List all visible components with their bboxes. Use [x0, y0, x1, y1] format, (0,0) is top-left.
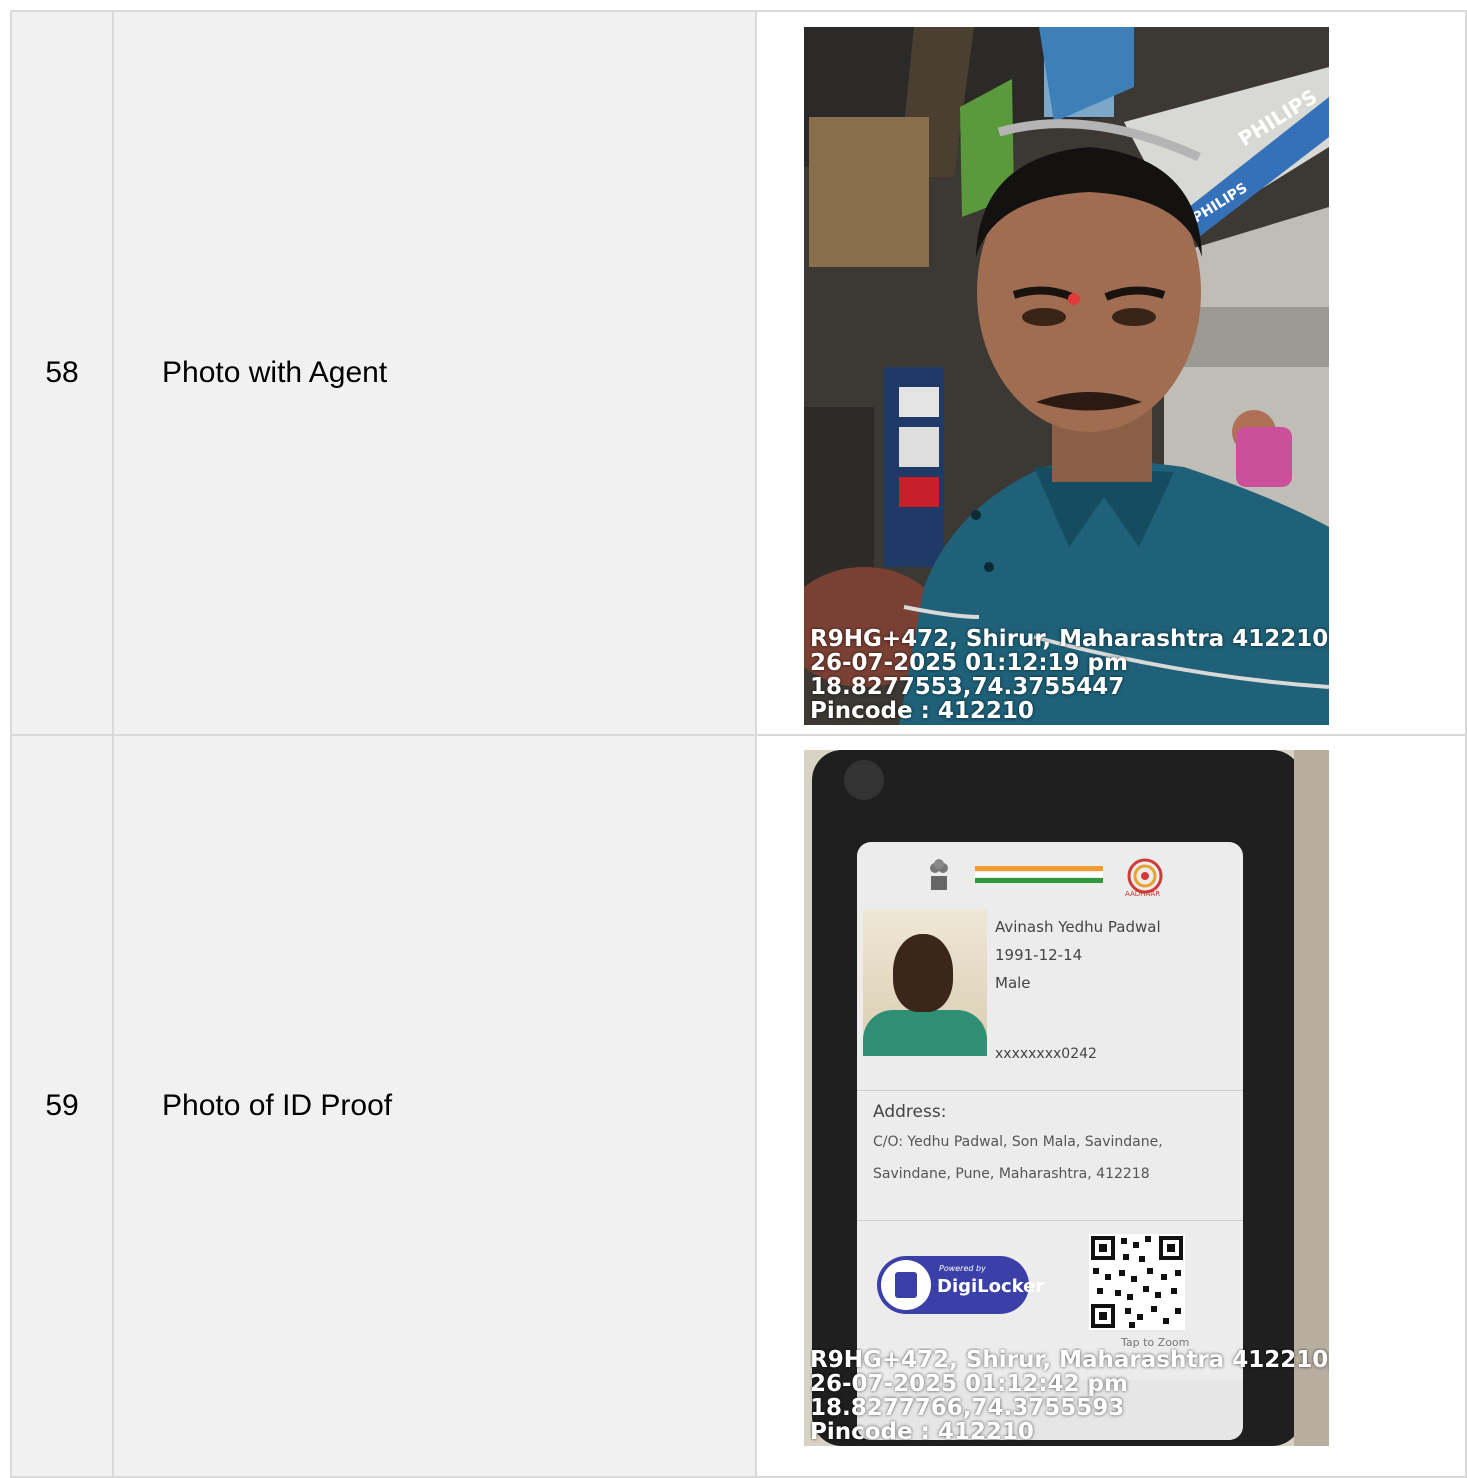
stamp-address: R9HG+472, Shirur, Maharashtra 412210, In…	[810, 1348, 1329, 1373]
row-label: Photo with Agent	[112, 10, 757, 736]
digilocker-badge: Powered by DigiLocker	[877, 1256, 1044, 1314]
row-number: 59	[10, 734, 114, 1478]
table-row: 58 Photo with Agent PHILIPS PHILIPS R9HG…	[10, 10, 1467, 736]
stamp-pincode: Pincode : 412210	[810, 698, 1034, 723]
digilocker-caption: Powered by	[939, 1264, 986, 1273]
photo-cell: PHILIPS PHILIPS R9HG+472, Shirur, Mahara…	[755, 10, 1467, 736]
holder-gender: Male	[995, 974, 1031, 992]
aadhaar-number: xxxxxxxx0242	[995, 1046, 1097, 1062]
address-line: C/O: Yedhu Padwal, Son Mala, Savindane,	[873, 1134, 1163, 1150]
holder-photo	[863, 910, 987, 1056]
aadhaar-logo-text: AADHAAR	[1125, 890, 1161, 898]
stamp-coordinates: 18.8277766,74.3755593	[810, 1395, 1125, 1421]
evidence-table: 58 Photo with Agent PHILIPS PHILIPS R9HG…	[10, 10, 1467, 1478]
digilocker-title: DigiLocker	[937, 1276, 1045, 1297]
stamp-coordinates: 18.8277553,74.3755447	[810, 674, 1125, 700]
holder-name: Avinash Yedhu Padwal	[995, 918, 1161, 936]
row-label: Photo of ID Proof	[112, 734, 757, 1478]
qr-code-icon[interactable]	[1089, 1234, 1185, 1330]
agent-photo[interactable]: PHILIPS PHILIPS R9HG+472, Shirur, Mahara…	[804, 27, 1329, 725]
government-banner-icon	[975, 866, 1103, 883]
divider	[857, 1090, 1243, 1091]
geo-stamp: R9HG+472, Shirur, Maharashtra 412210, In…	[810, 1348, 1329, 1444]
emblem-icon	[930, 859, 948, 890]
id-proof-photo[interactable]: AADHAAR Avinash Yedhu Padwal 1991-12-14 …	[804, 750, 1329, 1446]
divider	[857, 1220, 1243, 1221]
address-line: Savindane, Pune, Maharashtra, 412218	[873, 1166, 1150, 1182]
geo-stamp: R9HG+472, Shirur, Maharashtra 412210, In…	[810, 627, 1329, 723]
stamp-datetime: 26-07-2025 01:12:19 pm	[810, 650, 1128, 676]
stamp-datetime: 26-07-2025 01:12:42 pm	[810, 1371, 1128, 1397]
row-number: 58	[10, 10, 114, 736]
address-label: Address:	[873, 1102, 947, 1122]
photo-cell: AADHAAR Avinash Yedhu Padwal 1991-12-14 …	[755, 734, 1467, 1478]
table-row: 59 Photo of ID Proof AADHAAR Avinash Yed…	[10, 734, 1467, 1478]
holder-dob: 1991-12-14	[995, 946, 1083, 964]
stamp-address: R9HG+472, Shirur, Maharashtra 412210, In…	[810, 627, 1329, 652]
aadhaar-logo-icon	[1127, 858, 1163, 894]
agent-photo-illustration: PHILIPS PHILIPS	[804, 27, 1329, 725]
stamp-pincode: Pincode : 412210	[810, 1419, 1034, 1444]
digilocker-icon	[881, 1260, 931, 1310]
